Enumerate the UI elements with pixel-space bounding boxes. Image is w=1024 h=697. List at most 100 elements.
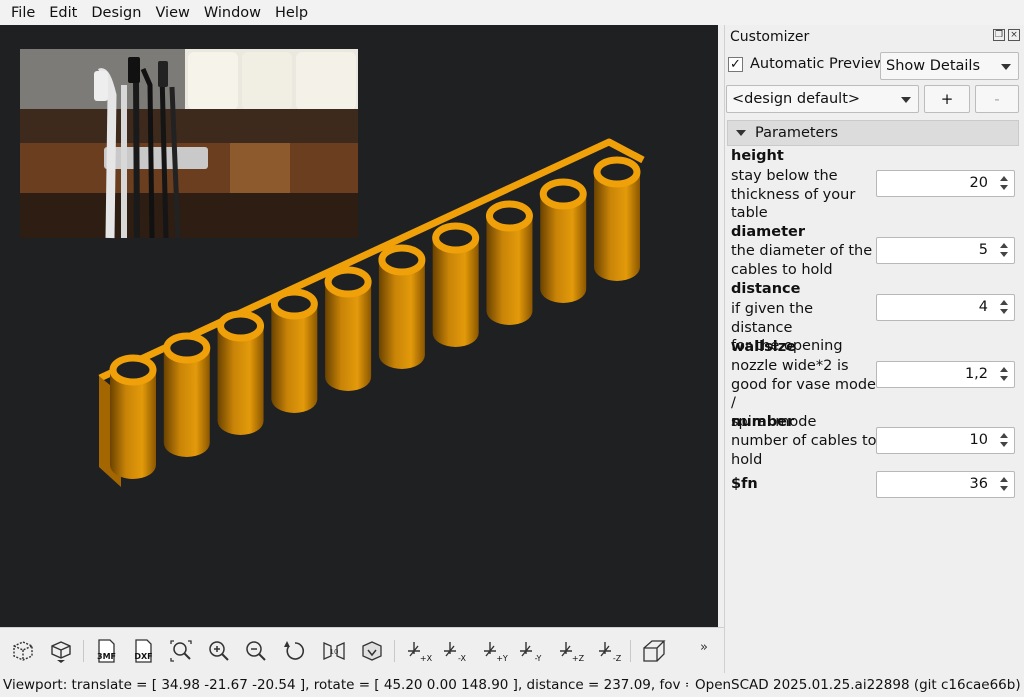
zoom-fit-icon bbox=[170, 640, 192, 662]
param-value-number: 10 bbox=[969, 432, 988, 448]
model-cable-slot bbox=[163, 332, 211, 457]
view-right-icon: +X bbox=[408, 642, 432, 663]
perspective-icon: 10 bbox=[323, 642, 345, 660]
reference-photo bbox=[20, 49, 358, 239]
view-back-button[interactable]: +Y bbox=[481, 637, 509, 665]
automatic-preview-checkbox[interactable]: ✓ bbox=[728, 56, 743, 72]
menubar: File Edit Design View Window Help bbox=[0, 0, 1024, 25]
param-value-diameter: 5 bbox=[978, 242, 988, 258]
param-input-height[interactable]: 20 bbox=[876, 170, 1015, 197]
view-back-icon: +Y bbox=[484, 642, 508, 663]
view-top-icon: +Z bbox=[560, 642, 584, 663]
menu-help[interactable]: Help bbox=[268, 1, 315, 25]
param-input-wallsize[interactable]: 1,2 bbox=[876, 361, 1015, 388]
menu-design[interactable]: Design bbox=[84, 1, 148, 25]
toolbar-overflow-button[interactable]: » bbox=[700, 640, 708, 655]
customizer-title: Customizer bbox=[730, 29, 810, 45]
view-front-icon: -Y bbox=[520, 642, 542, 663]
param-desc-diameter: the diameter of the cables to hold bbox=[731, 243, 873, 278]
spin-down-icon[interactable] bbox=[998, 250, 1011, 261]
export-dxf-button[interactable]: DXF bbox=[129, 637, 157, 665]
view-right-button[interactable]: +X bbox=[405, 637, 433, 665]
param-value-distance: 4 bbox=[978, 299, 988, 315]
model-cable-slot bbox=[539, 178, 587, 303]
model-cable-slot bbox=[109, 354, 157, 479]
export-3mf-button[interactable]: 3MF bbox=[92, 637, 120, 665]
spin-down-icon[interactable] bbox=[998, 307, 1011, 318]
svg-text:+X: +X bbox=[420, 654, 432, 663]
preset-dropdown[interactable]: <design default> bbox=[726, 85, 919, 113]
menu-edit[interactable]: Edit bbox=[42, 1, 84, 25]
reset-view-button[interactable] bbox=[281, 637, 309, 665]
spin-down-icon[interactable] bbox=[998, 484, 1011, 495]
perspective-button[interactable]: 10 bbox=[320, 637, 348, 665]
viewport-canvas[interactable] bbox=[0, 25, 718, 627]
view-top-button[interactable]: +Z bbox=[557, 637, 585, 665]
version-status-text: OpenSCAD 2025.01.25.ai22898 (git c16cae6… bbox=[695, 677, 1021, 693]
view-all-button[interactable] bbox=[167, 637, 195, 665]
3d-viewport[interactable] bbox=[0, 25, 718, 627]
close-panel-icon[interactable]: × bbox=[1008, 29, 1020, 41]
parameters-section-header[interactable]: Parameters bbox=[727, 120, 1019, 146]
param-value-height: 20 bbox=[969, 175, 988, 191]
view-left-button[interactable]: -X bbox=[441, 637, 469, 665]
spin-down-icon[interactable] bbox=[998, 374, 1011, 385]
chevron-down-icon bbox=[901, 97, 911, 103]
param-value-fn: 36 bbox=[969, 476, 988, 492]
model-cable-slot bbox=[432, 222, 480, 348]
status-bar: Viewport: translate = [ 34.98 -21.67 -20… bbox=[0, 673, 1024, 697]
param-desc-number: number of cables to hold bbox=[731, 433, 877, 468]
chevron-down-icon bbox=[1001, 64, 1011, 70]
view-bottom-button[interactable]: -Z bbox=[596, 637, 624, 665]
svg-text:-Z: -Z bbox=[613, 654, 622, 663]
param-name-diameter: diameter bbox=[731, 224, 805, 240]
menu-window[interactable]: Window bbox=[197, 1, 268, 25]
param-desc-height: stay below the thickness of your table bbox=[731, 168, 856, 221]
svg-text:-Y: -Y bbox=[535, 654, 542, 663]
param-input-number[interactable]: 10 bbox=[876, 427, 1015, 454]
spin-down-icon[interactable] bbox=[998, 440, 1011, 451]
zoom-out-button[interactable] bbox=[242, 637, 270, 665]
orthogonal-button[interactable] bbox=[358, 637, 386, 665]
param-input-diameter[interactable]: 5 bbox=[876, 237, 1015, 264]
reset-view-icon bbox=[284, 641, 305, 660]
view-front-button[interactable]: -Y bbox=[517, 637, 545, 665]
menu-file[interactable]: File bbox=[4, 1, 42, 25]
view-toolbar: 3MF DXF 10 +X -X +Y -Y +Z -Z » bbox=[0, 627, 724, 673]
svg-text:-X: -X bbox=[458, 654, 466, 663]
add-preset-button[interactable]: + bbox=[924, 85, 970, 113]
param-value-wallsize: 1,2 bbox=[964, 366, 988, 382]
parameters-section-label: Parameters bbox=[755, 125, 838, 141]
model-cable-slot bbox=[378, 244, 426, 370]
spin-down-icon[interactable] bbox=[998, 183, 1011, 194]
model-cable-slot bbox=[270, 288, 318, 413]
preview-cube-icon bbox=[13, 641, 33, 661]
preset-dropdown-value: <design default> bbox=[732, 91, 861, 107]
render-cube-icon bbox=[51, 641, 71, 663]
param-input-distance[interactable]: 4 bbox=[876, 294, 1015, 321]
zoom-in-button[interactable] bbox=[205, 637, 233, 665]
remove-preset-button[interactable]: - bbox=[975, 85, 1019, 113]
preview-button[interactable] bbox=[9, 637, 37, 665]
viewport-status-text: Viewport: translate = [ 34.98 -21.67 -20… bbox=[3, 677, 688, 693]
param-input-fn[interactable]: 36 bbox=[876, 471, 1015, 498]
automatic-preview-toggle[interactable]: ✓ Automatic Preview bbox=[728, 56, 885, 72]
details-dropdown[interactable]: Show Details bbox=[880, 52, 1019, 80]
model-cable-slot bbox=[324, 266, 372, 391]
param-name-wallsize: wallsize bbox=[731, 339, 796, 355]
orthogonal-icon bbox=[362, 641, 382, 661]
svg-text:DXF: DXF bbox=[134, 652, 152, 661]
view-diagonal-button[interactable] bbox=[639, 637, 667, 665]
param-name-number: number bbox=[731, 414, 795, 430]
param-name-height: height bbox=[731, 148, 784, 164]
menu-view[interactable]: View bbox=[148, 1, 196, 25]
svg-text:+Z: +Z bbox=[572, 654, 584, 663]
svg-text:3MF: 3MF bbox=[97, 652, 116, 661]
zoom-out-icon bbox=[246, 641, 266, 661]
model-cable-slot bbox=[485, 200, 533, 325]
export-3mf-icon: 3MF bbox=[97, 639, 116, 663]
svg-text:10: 10 bbox=[330, 648, 339, 656]
float-panel-icon[interactable]: ❐ bbox=[993, 29, 1005, 41]
view-left-icon: -X bbox=[444, 642, 467, 663]
render-button[interactable] bbox=[47, 637, 75, 665]
